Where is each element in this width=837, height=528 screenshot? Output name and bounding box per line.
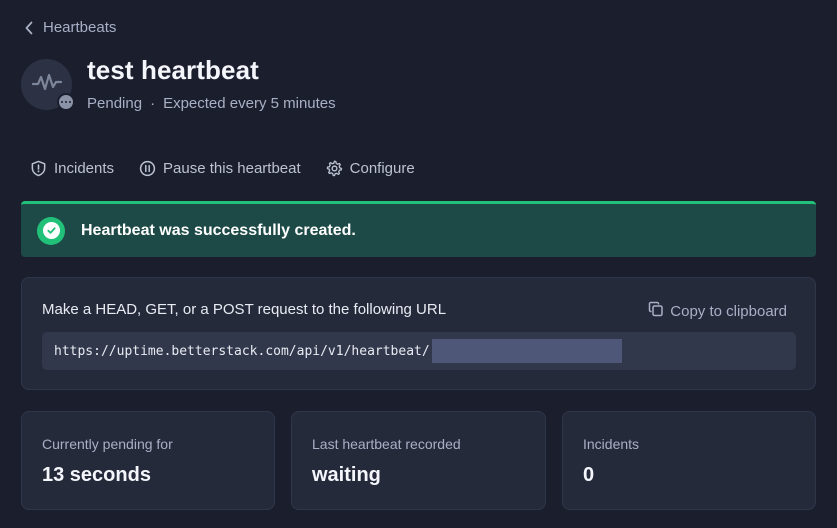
incidents-button-label: Incidents bbox=[54, 160, 115, 177]
stat-label: Currently pending for bbox=[42, 436, 173, 452]
schedule-text: Expected every 5 minutes bbox=[163, 95, 336, 112]
heartbeat-url-text: https://uptime.betterstack.com/api/v1/he… bbox=[54, 343, 430, 359]
banner-message: Heartbeat was successfully created. bbox=[81, 221, 356, 239]
action-bar: Incidents Pause this heartbeat Configure bbox=[30, 160, 440, 177]
breadcrumb-label: Heartbeats bbox=[43, 19, 117, 36]
heartbeat-url-card: Make a HEAD, GET, or a POST request to t… bbox=[21, 277, 816, 390]
copy-button-label: Copy to clipboard bbox=[670, 302, 787, 320]
stat-card-incidents: Incidents 0 bbox=[562, 411, 816, 510]
redacted-token bbox=[431, 339, 622, 363]
copy-to-clipboard-button[interactable]: Copy to clipboard bbox=[648, 301, 787, 321]
success-banner: Heartbeat was successfully created. bbox=[21, 201, 816, 257]
stat-label: Last heartbeat recorded bbox=[312, 436, 461, 452]
incidents-button[interactable]: Incidents bbox=[30, 160, 114, 177]
ellipsis-icon bbox=[57, 93, 75, 111]
check-circle-icon bbox=[37, 216, 65, 245]
gear-icon bbox=[326, 160, 343, 177]
configure-button[interactable]: Configure bbox=[326, 160, 415, 177]
stat-value: 0 bbox=[583, 464, 595, 486]
stat-card-pending: Currently pending for 13 seconds bbox=[21, 411, 275, 510]
pause-heartbeat-button-label: Pause this heartbeat bbox=[163, 160, 301, 177]
stat-value: 13 seconds bbox=[42, 464, 151, 486]
subtitle-separator: · bbox=[150, 95, 156, 112]
pause-heartbeat-button[interactable]: Pause this heartbeat bbox=[139, 160, 301, 177]
page-title: test heartbeat bbox=[87, 55, 259, 85]
url-instructions: Make a HEAD, GET, or a POST request to t… bbox=[42, 301, 447, 318]
breadcrumb-back-link[interactable]: Heartbeats bbox=[24, 19, 116, 36]
copy-icon bbox=[648, 301, 664, 321]
shield-exclamation-icon bbox=[30, 160, 47, 177]
heartbeat-url-field[interactable]: https://uptime.betterstack.com/api/v1/he… bbox=[42, 332, 796, 370]
stat-label: Incidents bbox=[583, 436, 640, 452]
configure-button-label: Configure bbox=[349, 160, 415, 177]
status-text: Pending bbox=[87, 95, 143, 112]
chevron-left-icon bbox=[24, 21, 34, 35]
monitor-subtitle: Pending · Expected every 5 minutes bbox=[87, 95, 336, 112]
pulse-icon bbox=[31, 72, 62, 97]
stat-card-last-heartbeat: Last heartbeat recorded waiting bbox=[291, 411, 546, 510]
pause-circle-icon bbox=[139, 160, 156, 177]
stat-value: waiting bbox=[312, 464, 381, 486]
